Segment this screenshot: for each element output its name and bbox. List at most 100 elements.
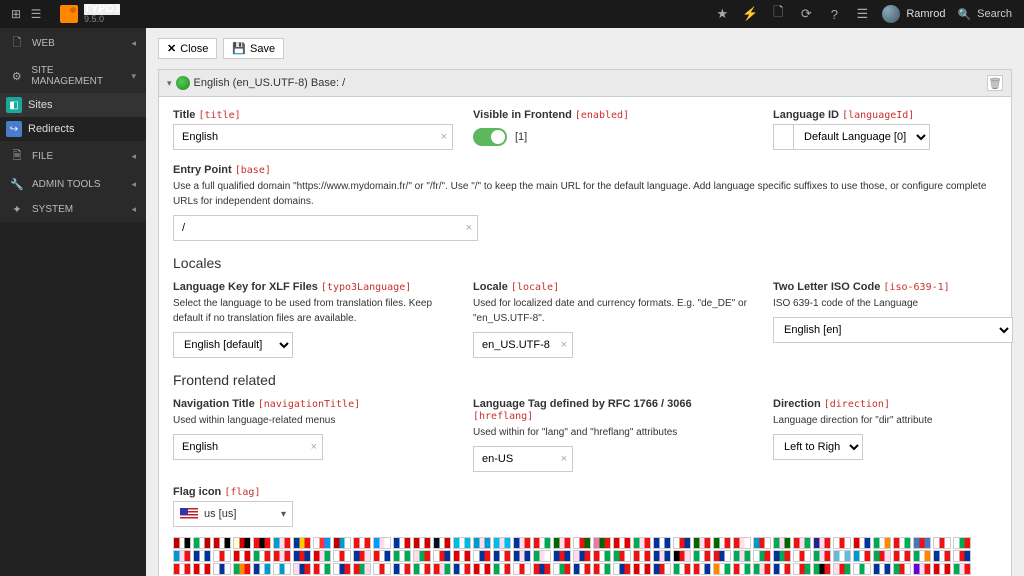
flag-option[interactable] (333, 537, 351, 549)
flag-option[interactable] (673, 563, 691, 575)
flag-option[interactable] (333, 550, 351, 562)
iso-select[interactable]: English [en] (773, 317, 1013, 343)
title-input[interactable] (173, 124, 453, 150)
flag-option[interactable] (913, 537, 931, 549)
flag-option[interactable] (573, 563, 591, 575)
flag-option[interactable] (673, 537, 691, 549)
flag-option[interactable] (893, 537, 911, 549)
flag-option[interactable] (233, 563, 251, 575)
flag-option[interactable] (293, 537, 311, 549)
flag-option[interactable] (373, 537, 391, 549)
module-admintools[interactable]: 🔧ADMIN TOOLS◂ (0, 172, 146, 197)
flag-option[interactable] (793, 550, 811, 562)
flag-option[interactable] (293, 550, 311, 562)
menu-icon[interactable]: ☰ (854, 6, 870, 22)
flag-option[interactable] (653, 563, 671, 575)
clear-icon[interactable]: × (466, 222, 472, 234)
flag-option[interactable] (213, 563, 231, 575)
save-button[interactable]: 💾Save (223, 38, 284, 59)
hreflang-input[interactable] (473, 446, 573, 472)
flag-option[interactable] (933, 563, 951, 575)
flag-option[interactable] (753, 550, 771, 562)
flag-option[interactable] (773, 537, 791, 549)
flag-option[interactable] (793, 563, 811, 575)
flag-option[interactable] (413, 537, 431, 549)
flag-option[interactable] (953, 563, 971, 575)
flag-option[interactable] (933, 537, 951, 549)
flag-option[interactable] (393, 550, 411, 562)
flag-option[interactable] (613, 550, 631, 562)
flag-option[interactable] (533, 550, 551, 562)
flag-option[interactable] (773, 563, 791, 575)
flag-option[interactable] (173, 563, 191, 575)
visible-toggle[interactable] (473, 128, 507, 146)
flag-option[interactable] (633, 537, 651, 549)
grid-icon[interactable]: ⊞ (8, 6, 24, 22)
flag-option[interactable] (253, 537, 271, 549)
flag-option[interactable] (733, 563, 751, 575)
flag-option[interactable] (393, 563, 411, 575)
flag-option[interactable] (653, 537, 671, 549)
flag-option[interactable] (353, 563, 371, 575)
flag-option[interactable] (413, 550, 431, 562)
flag-option[interactable] (553, 537, 571, 549)
flag-option[interactable] (453, 563, 471, 575)
flag-option[interactable] (653, 550, 671, 562)
flag-option[interactable] (713, 563, 731, 575)
flag-option[interactable] (693, 550, 711, 562)
flag-option[interactable] (333, 563, 351, 575)
flag-option[interactable] (313, 563, 331, 575)
module-system[interactable]: ✦SYSTEM◂ (0, 197, 146, 222)
flag-option[interactable] (833, 563, 851, 575)
flag-option[interactable] (193, 550, 211, 562)
flag-option[interactable] (493, 537, 511, 549)
flag-option[interactable] (473, 550, 491, 562)
flag-option[interactable] (593, 550, 611, 562)
flag-option[interactable] (533, 537, 551, 549)
xlf-select[interactable]: English [default] (173, 332, 293, 358)
star-icon[interactable]: ★ (714, 6, 730, 22)
flag-option[interactable] (913, 563, 931, 575)
entrypoint-input[interactable] (173, 215, 478, 241)
flag-option[interactable] (853, 550, 871, 562)
flag-option[interactable] (353, 550, 371, 562)
flag-option[interactable] (453, 550, 471, 562)
flag-option[interactable] (673, 550, 691, 562)
flag-option[interactable] (173, 537, 191, 549)
flag-option[interactable] (193, 563, 211, 575)
flag-option[interactable] (293, 563, 311, 575)
flag-option[interactable] (833, 550, 851, 562)
flag-option[interactable] (873, 537, 891, 549)
flag-option[interactable] (893, 563, 911, 575)
flag-option[interactable] (853, 563, 871, 575)
flag-option[interactable] (773, 550, 791, 562)
flag-option[interactable] (573, 550, 591, 562)
flag-option[interactable] (313, 550, 331, 562)
flag-option[interactable] (873, 563, 891, 575)
flag-option[interactable] (233, 537, 251, 549)
delete-button[interactable]: 🗑 (987, 75, 1003, 91)
flag-option[interactable] (273, 537, 291, 549)
clear-icon[interactable]: × (561, 339, 567, 351)
flag-option[interactable] (253, 563, 271, 575)
flag-option[interactable] (633, 550, 651, 562)
flag-option[interactable] (313, 537, 331, 549)
doc-icon[interactable]: 🗋 (770, 6, 786, 22)
flag-option[interactable] (433, 550, 451, 562)
flag-option[interactable] (593, 563, 611, 575)
flag-option[interactable] (573, 537, 591, 549)
module-sitemgmt[interactable]: ⚙SITE MANAGEMENT▾ (0, 59, 146, 93)
close-button[interactable]: ✕Close (158, 38, 217, 59)
flag-select[interactable]: us [us] ▾ (173, 501, 293, 527)
flag-option[interactable] (813, 537, 831, 549)
flag-option[interactable] (613, 537, 631, 549)
direction-select[interactable]: Left to Right [ltr] (773, 434, 863, 460)
panel-header[interactable]: ▾ English (en_US.UTF-8) Base: / 🗑 (159, 70, 1011, 97)
flag-option[interactable] (193, 537, 211, 549)
flag-option[interactable] (593, 537, 611, 549)
flag-option[interactable] (733, 550, 751, 562)
flag-option[interactable] (453, 537, 471, 549)
sidebar-item-sites[interactable]: ◧Sites (0, 93, 146, 117)
flag-option[interactable] (493, 563, 511, 575)
list-icon[interactable]: ☰ (28, 6, 44, 22)
